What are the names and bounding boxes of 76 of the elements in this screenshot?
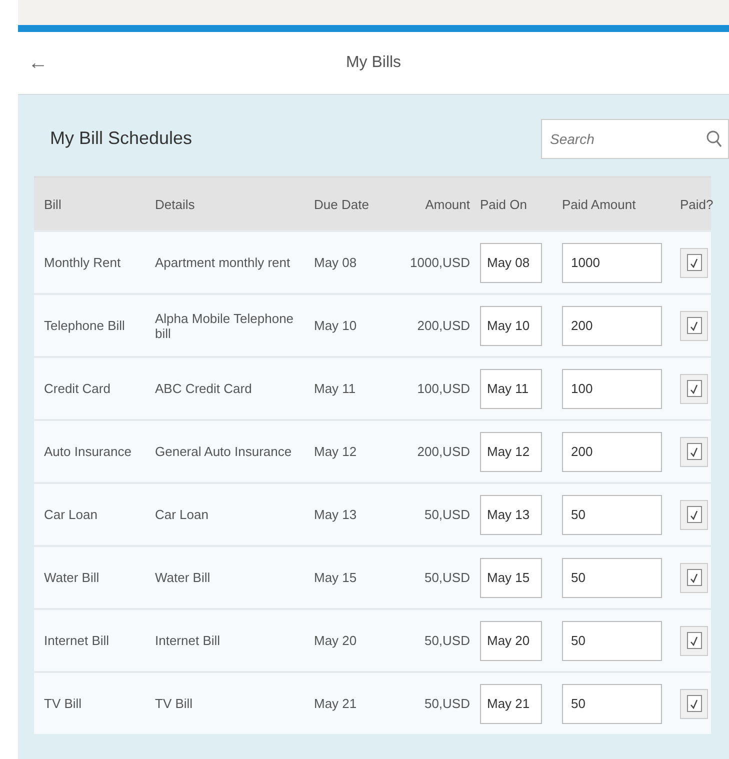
table-cell: Auto Insurance <box>44 444 132 459</box>
table-cell: Monthly Rent <box>44 255 121 270</box>
table-cell: 200,USD <box>417 444 470 459</box>
date-field[interactable]: May 11 <box>480 368 542 408</box>
check-icon <box>690 320 698 330</box>
date-field[interactable]: May 15 <box>480 558 542 598</box>
checkbox[interactable] <box>680 500 708 530</box>
column-header: Amount <box>388 177 474 231</box>
table-cell: Internet Bill <box>155 633 220 648</box>
checkbox[interactable] <box>680 688 708 718</box>
checkbox[interactable] <box>680 248 708 278</box>
table-cell: ABC Credit Card <box>155 381 252 396</box>
table-cell: Car Loan <box>44 507 98 522</box>
table-cell: 1000,USD <box>410 255 470 270</box>
date-field[interactable]: May 10 <box>480 306 542 346</box>
table-cell: May 08 <box>314 255 357 270</box>
table-cell: May 13 <box>314 507 357 522</box>
back-button[interactable]: ← <box>28 52 48 74</box>
checkbox[interactable] <box>680 436 708 466</box>
amount-field[interactable]: 100 <box>562 368 662 408</box>
table-cell: TV Bill <box>44 696 82 711</box>
checkbox[interactable] <box>680 626 708 656</box>
date-field[interactable]: May 12 <box>480 432 542 472</box>
table-cell: 50,USD <box>424 570 470 585</box>
table-cell: 50,USD <box>424 696 470 711</box>
section-title: My Bill Schedules <box>50 128 192 149</box>
checkbox[interactable] <box>680 374 708 404</box>
amount-field[interactable]: 50 <box>562 558 662 598</box>
table-cell: May 20 <box>314 633 357 648</box>
table-cell: 100,USD <box>417 381 470 396</box>
column-header: Paid Amount <box>556 177 670 231</box>
table-cell: TV Bill <box>155 696 193 711</box>
table-cell: 200,USD <box>417 318 470 333</box>
check-icon <box>690 446 698 456</box>
column-header: Details <box>145 177 304 231</box>
date-field[interactable]: May 20 <box>480 620 542 660</box>
table-cell: May 10 <box>314 318 357 333</box>
checkbox[interactable] <box>680 310 708 340</box>
date-field[interactable]: May 21 <box>480 684 542 724</box>
table-cell: May 21 <box>314 696 357 711</box>
column-header: Paid? <box>670 177 711 231</box>
search-icon <box>706 130 722 148</box>
table-cell: May 15 <box>314 570 357 585</box>
check-icon <box>690 636 698 646</box>
check-icon <box>690 698 698 708</box>
table-cell: 50,USD <box>424 507 470 522</box>
column-header: Due Date <box>304 177 388 231</box>
date-field[interactable]: May 13 <box>480 494 542 534</box>
column-header: Bill <box>34 177 145 231</box>
amount-field[interactable]: 50 <box>562 620 662 660</box>
search-field[interactable]: Search <box>541 118 729 158</box>
table-cell: Alpha Mobile Telephone bill <box>155 310 294 340</box>
table-cell: Water Bill <box>44 570 100 585</box>
amount-field[interactable]: 200 <box>562 306 662 346</box>
column-header: Paid On <box>474 177 556 231</box>
table-cell: Telephone Bill <box>44 318 125 333</box>
table-cell: Internet Bill <box>44 633 110 648</box>
amount-field[interactable]: 200 <box>562 432 662 472</box>
date-field[interactable]: May 08 <box>480 242 542 282</box>
check-icon <box>690 572 698 582</box>
table-cell: Car Loan <box>155 507 208 522</box>
table-cell: May 11 <box>314 381 356 396</box>
table-cell: Credit Card <box>44 381 110 396</box>
checkbox[interactable] <box>680 562 708 592</box>
page-title: My Bills <box>346 54 402 72</box>
table-cell: 50,USD <box>424 633 470 648</box>
table-cell: May 12 <box>314 444 357 459</box>
table-cell: Water Bill <box>155 570 210 585</box>
check-icon <box>690 510 698 520</box>
table-cell: General Auto Insurance <box>155 444 292 459</box>
check-icon <box>690 384 698 394</box>
check-icon <box>690 258 698 268</box>
amount-field[interactable]: 1000 <box>562 242 662 282</box>
table-cell: Apartment monthly rent <box>155 255 290 270</box>
amount-field[interactable]: 50 <box>562 494 662 534</box>
amount-field[interactable]: 50 <box>562 684 662 724</box>
